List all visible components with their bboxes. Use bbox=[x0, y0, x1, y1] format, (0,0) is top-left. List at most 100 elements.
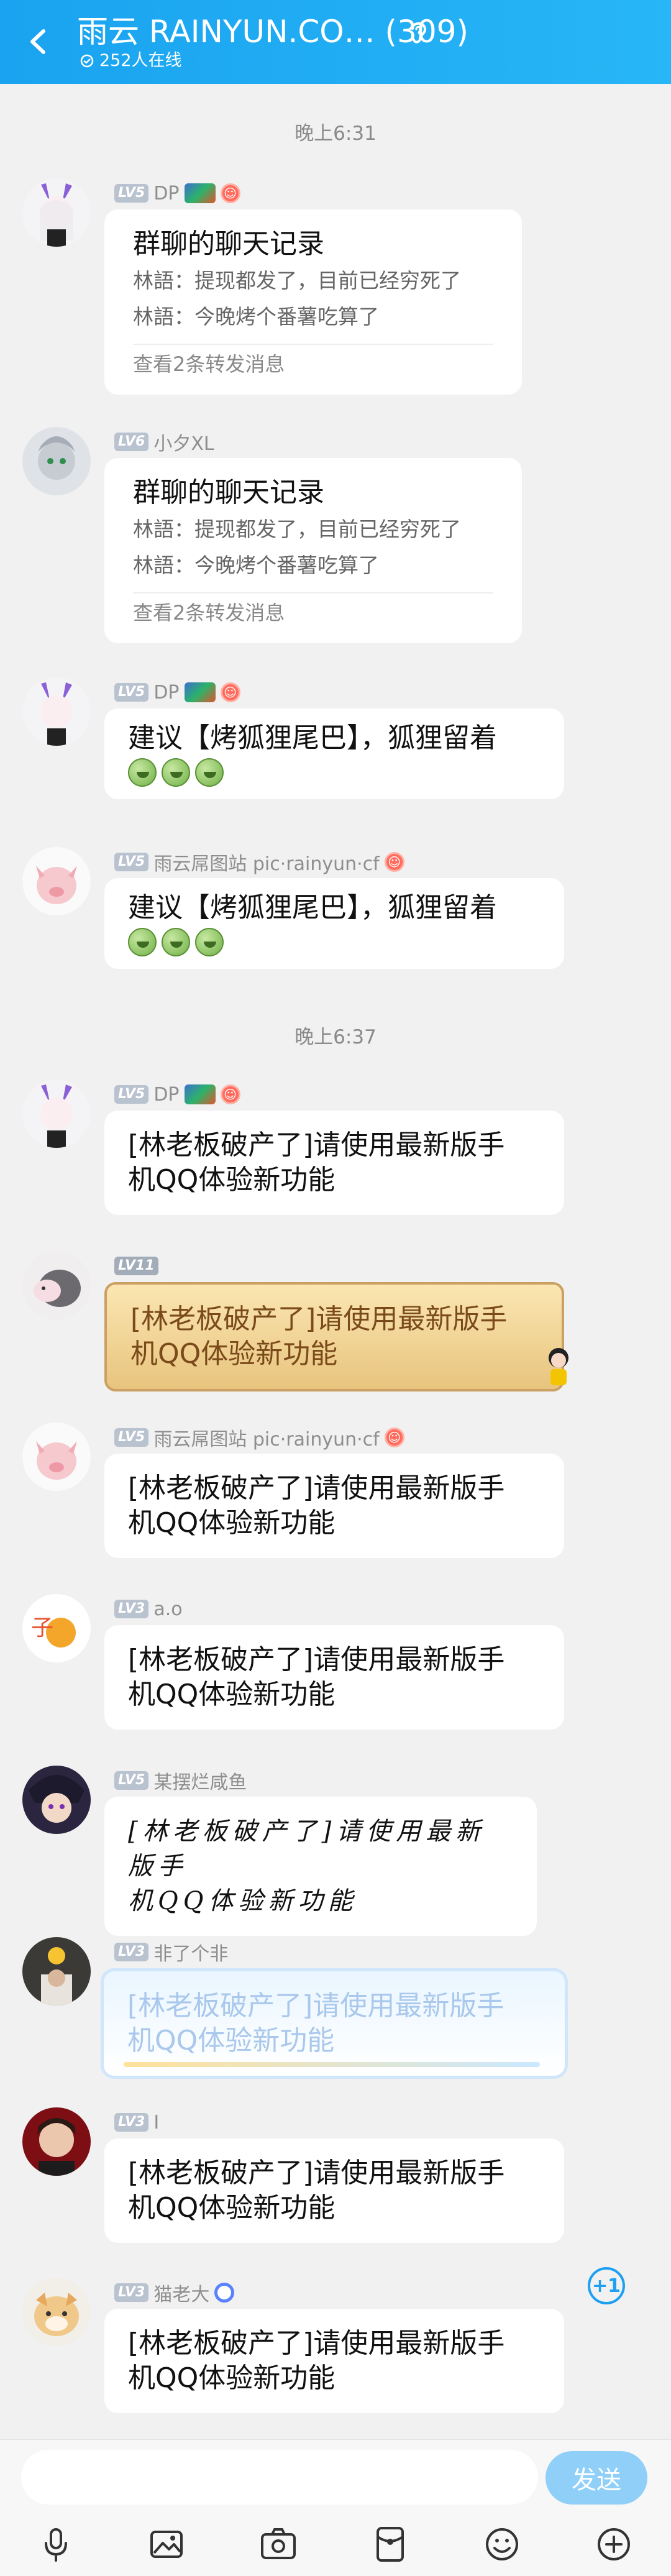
ear-icon[interactable] bbox=[404, 17, 432, 46]
send-button[interactable]: 发送 bbox=[545, 2451, 647, 2505]
online-status-icon bbox=[80, 54, 94, 68]
avatar[interactable] bbox=[22, 178, 91, 247]
view-forward-link[interactable]: 查看2条转发消息 bbox=[133, 350, 493, 378]
avatar[interactable] bbox=[22, 847, 91, 915]
emoji-row bbox=[128, 758, 541, 787]
game-badge-icon bbox=[184, 682, 216, 702]
pea-emoji-icon bbox=[162, 928, 190, 956]
sender-name[interactable]: a.o bbox=[153, 1598, 182, 1620]
message-text-line: [林老板破产了]请使用最新版手 bbox=[128, 1129, 505, 1161]
back-arrow-icon[interactable] bbox=[24, 26, 55, 57]
vip-text-bubble[interactable]: [林老板破产了]请使用最新版手 机QQ体验新功能 bbox=[104, 1282, 564, 1391]
avatar[interactable] bbox=[22, 1079, 91, 1148]
text-bubble[interactable]: [林老板破产了]请使用最新版手 机QQ体验新功能 bbox=[104, 1111, 564, 1215]
forward-title: 群聊的聊天记录 bbox=[133, 477, 324, 508]
sender-name[interactable]: 猫老大 bbox=[153, 2279, 209, 2306]
timestamp: 晚上6:37 bbox=[294, 1026, 377, 1048]
forward-line: 林語：今晚烤个番薯吃算了 bbox=[133, 553, 379, 577]
forwarded-chat-card[interactable]: 群聊的聊天记录 林語：提现都发了，目前已经穷死了 林語：今晚烤个番薯吃算了 查看… bbox=[104, 209, 522, 395]
timestamp: 晚上6:31 bbox=[294, 122, 377, 145]
avatar[interactable]: 子 bbox=[22, 1594, 91, 1662]
text-bubble[interactable]: 建议【烤狐狸尾巴】，狐狸留着 bbox=[104, 878, 564, 969]
text-bubble[interactable]: [林老板破产了]请使用最新版手 机QQ体验新功能 bbox=[104, 1625, 564, 1730]
emoji-row bbox=[128, 928, 541, 956]
emoji-icon[interactable] bbox=[482, 2524, 522, 2564]
online-count[interactable]: 252人在线 bbox=[80, 50, 182, 72]
sender-meta: LV3 非了个非 bbox=[114, 1938, 228, 1966]
text-bubble[interactable]: [林老板破产了]请使用最新版手 机QQ体验新功能 bbox=[104, 1454, 564, 1558]
level-badge: LV5 bbox=[114, 184, 149, 203]
sender-meta: LV5 DP ☺ bbox=[114, 182, 240, 204]
level-badge: LV3 bbox=[114, 1943, 149, 1961]
text-bubble[interactable]: [林老板破产了]请使用最新版手 机QQ体验新功能 bbox=[104, 1797, 537, 1936]
message-text-line: 机QQ体验新功能 bbox=[128, 1887, 358, 1915]
sender-meta: LV5 雨云屌图站 pic·rainyun·cf ☺ bbox=[114, 1424, 404, 1451]
text-bubble[interactable]: [林老板破产了]请使用最新版手 机QQ体验新功能 bbox=[104, 2138, 564, 2243]
message-text-line: 机QQ体验新功能 bbox=[128, 1164, 336, 1196]
pea-emoji-icon bbox=[195, 758, 224, 787]
sender-name[interactable]: DP bbox=[153, 183, 179, 204]
sender-meta: LV6 小夕XL bbox=[114, 428, 214, 456]
forward-line: 林語：提现都发了，目前已经穷死了 bbox=[133, 517, 461, 541]
forward-line: 林語：今晚烤个番薯吃算了 bbox=[133, 305, 379, 329]
level-badge: LV5 bbox=[114, 1771, 149, 1790]
view-forward-link[interactable]: 查看2条转发消息 bbox=[133, 598, 493, 627]
message-text-line: 机QQ体验新功能 bbox=[127, 2025, 335, 2056]
sender-name[interactable]: 雨云屌图站 pic·rainyun·cf bbox=[153, 848, 379, 876]
text-bubble[interactable]: [林老板破产了]请使用最新版手 机QQ体验新功能 bbox=[104, 2309, 564, 2413]
sender-meta: LV5 DP ☺ bbox=[114, 1083, 240, 1106]
message-text-line: [林老板破产了]请使用最新版手 bbox=[128, 1644, 505, 1675]
message-feed[interactable]: 晚上6:31 LV5 DP ☺ 群聊的聊天记录 林語：提现都发了，目前已经穷死了… bbox=[0, 84, 671, 2439]
pea-emoji-icon bbox=[195, 928, 224, 956]
avatar[interactable] bbox=[22, 427, 91, 495]
member-badge-icon: ☺ bbox=[220, 1084, 240, 1104]
member-badge-icon: ☺ bbox=[220, 183, 240, 203]
avatar[interactable] bbox=[22, 2278, 91, 2346]
sender-name[interactable]: 雨云屌图站 pic·rainyun·cf bbox=[153, 1424, 379, 1451]
sender-meta: LV5 雨云屌图站 pic·rainyun·cf ☺ bbox=[114, 848, 404, 876]
sender-name[interactable]: I bbox=[153, 2112, 159, 2134]
forward-line: 林語：提现都发了，目前已经穷死了 bbox=[133, 268, 461, 293]
sender-name[interactable]: 小夕XL bbox=[153, 428, 214, 456]
message-text-line: [林老板破产了]请使用最新版手 bbox=[130, 1303, 508, 1335]
plus-icon[interactable] bbox=[594, 2524, 634, 2564]
message-text-line: [林老板破产了]请使用最新版手 bbox=[128, 1472, 505, 1504]
sender-name[interactable]: 非了个非 bbox=[153, 1938, 228, 1966]
avatar[interactable] bbox=[22, 2107, 91, 2176]
avatar[interactable] bbox=[22, 1766, 91, 1834]
sender-meta: LV3 I bbox=[114, 2111, 159, 2134]
online-label: 252人在线 bbox=[99, 51, 182, 70]
avatar[interactable] bbox=[22, 1251, 91, 1319]
message-input[interactable] bbox=[21, 2450, 538, 2505]
message-text: 建议【烤狐狸尾巴】，狐狸留着 bbox=[128, 892, 497, 924]
avatar[interactable] bbox=[22, 1423, 91, 1491]
game-badge-icon bbox=[184, 1084, 216, 1104]
level-badge: LV5 bbox=[114, 1085, 149, 1104]
sender-name[interactable]: 某摆烂咸鱼 bbox=[153, 1767, 247, 1794]
bubble-decoration bbox=[124, 2062, 540, 2067]
level-badge: LV6 bbox=[114, 433, 149, 451]
avatar[interactable] bbox=[22, 1937, 91, 2005]
decorated-text-bubble[interactable]: [林老板破产了]请使用最新版手 机QQ体验新功能 bbox=[101, 1968, 568, 2079]
avatar[interactable] bbox=[22, 677, 91, 746]
text-bubble[interactable]: 建议【烤狐狸尾巴】，狐狸留着 bbox=[104, 708, 564, 799]
message-text-line: 机QQ体验新功能 bbox=[128, 1507, 336, 1539]
pea-emoji-icon bbox=[128, 928, 157, 956]
member-badge-icon: ☺ bbox=[220, 682, 240, 702]
forwarded-chat-card[interactable]: 群聊的聊天记录 林語：提现都发了，目前已经穷死了 林語：今晚烤个番薯吃算了 查看… bbox=[104, 458, 522, 643]
divider bbox=[133, 592, 493, 594]
image-icon[interactable] bbox=[147, 2524, 186, 2564]
pea-emoji-icon bbox=[162, 758, 190, 787]
red-packet-icon[interactable] bbox=[370, 2524, 410, 2564]
plus-one-button[interactable]: +1 bbox=[588, 2267, 625, 2304]
message-text-line: 机QQ体验新功能 bbox=[128, 2362, 336, 2394]
sender-name[interactable]: DP bbox=[153, 1084, 179, 1106]
level-badge: LV5 bbox=[114, 683, 149, 702]
microphone-icon[interactable] bbox=[36, 2524, 76, 2564]
sender-meta: LV11 bbox=[114, 1255, 158, 1277]
level-badge: LV11 bbox=[114, 1257, 158, 1275]
level-badge: LV5 bbox=[114, 1428, 149, 1447]
sender-name[interactable]: DP bbox=[153, 682, 179, 704]
camera-icon[interactable] bbox=[258, 2524, 298, 2564]
level-badge: LV5 bbox=[114, 853, 149, 871]
